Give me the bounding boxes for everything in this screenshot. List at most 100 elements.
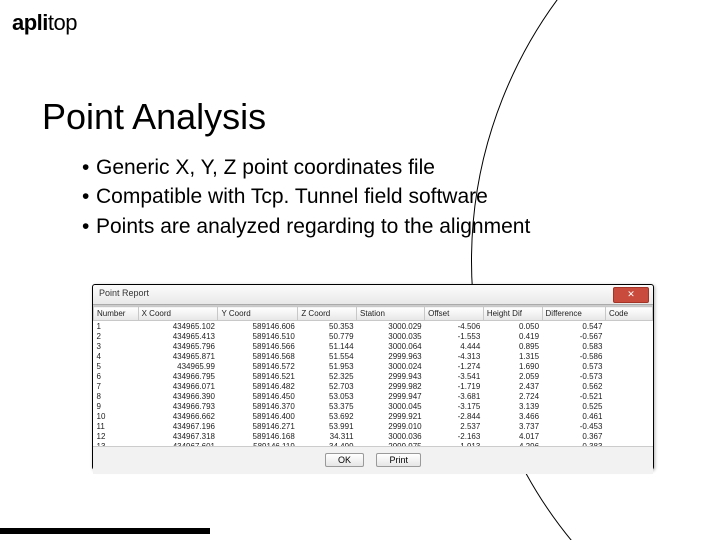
table-cell: 0.419 bbox=[483, 331, 542, 341]
dialog-titlebar: Point Report ✕ bbox=[93, 285, 653, 305]
table-cell: -2.844 bbox=[425, 411, 484, 421]
table-cell: -0.586 bbox=[542, 351, 605, 361]
table-cell: 589146.168 bbox=[218, 431, 298, 441]
table-cell: 0.050 bbox=[483, 321, 542, 332]
table-row[interactable]: 8434966.390589146.45053.0532999.947-3.68… bbox=[94, 391, 653, 401]
table-cell: 3000.029 bbox=[357, 321, 425, 332]
table-cell: 589146.271 bbox=[218, 421, 298, 431]
table-cell: 2999.982 bbox=[357, 381, 425, 391]
logo: aplitop bbox=[12, 10, 77, 36]
table-cell bbox=[605, 321, 652, 332]
table-cell: 4.444 bbox=[425, 341, 484, 351]
table-header[interactable]: Height Dif bbox=[483, 307, 542, 321]
table-row[interactable]: 10434966.662589146.40053.6922999.921-2.8… bbox=[94, 411, 653, 421]
table-cell: 434965.796 bbox=[138, 341, 218, 351]
table-row[interactable]: 7434966.071589146.48252.7032999.982-1.71… bbox=[94, 381, 653, 391]
table-row[interactable]: 11434967.196589146.27153.9912999.0102.53… bbox=[94, 421, 653, 431]
table-cell: 3000.036 bbox=[357, 431, 425, 441]
table-cell bbox=[605, 381, 652, 391]
table-cell: 589146.572 bbox=[218, 361, 298, 371]
table-row[interactable]: 5434965.99589146.57251.9533000.024-1.274… bbox=[94, 361, 653, 371]
table-cell: 2.537 bbox=[425, 421, 484, 431]
table-cell: 3.466 bbox=[483, 411, 542, 421]
table-cell: 2999.947 bbox=[357, 391, 425, 401]
table-cell: 5 bbox=[94, 361, 139, 371]
table-row[interactable]: 1434965.102589146.60650.3533000.029-4.50… bbox=[94, 321, 653, 332]
table-cell: -2.163 bbox=[425, 431, 484, 441]
table-cell bbox=[605, 361, 652, 371]
table-cell: 51.144 bbox=[298, 341, 357, 351]
table-header[interactable]: Y Coord bbox=[218, 307, 298, 321]
table-cell: 2 bbox=[94, 331, 139, 341]
table-row[interactable]: 4434965.871589146.56851.5542999.963-4.31… bbox=[94, 351, 653, 361]
table-cell: -1.719 bbox=[425, 381, 484, 391]
table-cell: -3.175 bbox=[425, 401, 484, 411]
table-cell: 434966.662 bbox=[138, 411, 218, 421]
table-cell: 434965.102 bbox=[138, 321, 218, 332]
table-cell: 434967.196 bbox=[138, 421, 218, 431]
table-cell: 53.053 bbox=[298, 391, 357, 401]
table-cell: 434966.795 bbox=[138, 371, 218, 381]
table-cell: 0.573 bbox=[542, 361, 605, 371]
table-cell: 52.325 bbox=[298, 371, 357, 381]
table-row[interactable]: 12434967.318589146.16834.3113000.036-2.1… bbox=[94, 431, 653, 441]
print-button[interactable]: Print bbox=[376, 453, 421, 467]
table-cell: 0.525 bbox=[542, 401, 605, 411]
table-row[interactable]: 2434965.413589146.51050.7793000.035-1.55… bbox=[94, 331, 653, 341]
table-cell: 589146.510 bbox=[218, 331, 298, 341]
table-cell bbox=[605, 421, 652, 431]
table-scroll[interactable]: NumberX CoordY CoordZ CoordStationOffset… bbox=[93, 305, 653, 446]
bullet-list: •Generic X, Y, Z point coordinates file … bbox=[42, 153, 530, 241]
table-cell bbox=[605, 351, 652, 361]
footer-bar bbox=[0, 528, 210, 534]
table-header[interactable]: Station bbox=[357, 307, 425, 321]
table-cell: 0.367 bbox=[542, 431, 605, 441]
table-row[interactable]: 6434966.795589146.52152.3252999.943-3.54… bbox=[94, 371, 653, 381]
table-header[interactable]: Difference bbox=[542, 307, 605, 321]
table-cell: -3.681 bbox=[425, 391, 484, 401]
table-cell: 3000.024 bbox=[357, 361, 425, 371]
table-cell: 3 bbox=[94, 341, 139, 351]
table-cell: 53.375 bbox=[298, 401, 357, 411]
table-cell: 589146.370 bbox=[218, 401, 298, 411]
table-cell: -0.453 bbox=[542, 421, 605, 431]
table-cell: -1.274 bbox=[425, 361, 484, 371]
page-title: Point Analysis bbox=[42, 96, 266, 138]
point-report-dialog: Point Report ✕ NumberX CoordY CoordZ Coo… bbox=[92, 284, 654, 470]
table-cell: 0.461 bbox=[542, 411, 605, 421]
table-cell: 589146.568 bbox=[218, 351, 298, 361]
table-cell: 2999.010 bbox=[357, 421, 425, 431]
table-cell: 1.315 bbox=[483, 351, 542, 361]
dialog-title-text: Point Report bbox=[99, 288, 149, 298]
table-cell: 50.779 bbox=[298, 331, 357, 341]
ok-button[interactable]: OK bbox=[325, 453, 364, 467]
table-cell: -0.567 bbox=[542, 331, 605, 341]
table-header[interactable]: Offset bbox=[425, 307, 484, 321]
table-cell: 8 bbox=[94, 391, 139, 401]
table-cell: 2.059 bbox=[483, 371, 542, 381]
table-cell: 0.562 bbox=[542, 381, 605, 391]
table-row[interactable]: 9434966.793589146.37053.3753000.045-3.17… bbox=[94, 401, 653, 411]
table-cell: 51.953 bbox=[298, 361, 357, 371]
table-cell: 2999.921 bbox=[357, 411, 425, 421]
table-cell: 589146.566 bbox=[218, 341, 298, 351]
table-header[interactable]: Code bbox=[605, 307, 652, 321]
close-icon: ✕ bbox=[627, 289, 635, 299]
table-cell: 52.703 bbox=[298, 381, 357, 391]
table-cell: 3000.035 bbox=[357, 331, 425, 341]
table-cell: 0.583 bbox=[542, 341, 605, 351]
table-header[interactable]: Number bbox=[94, 307, 139, 321]
table-cell bbox=[605, 371, 652, 381]
table-row[interactable]: 3434965.796589146.56651.1443000.0644.444… bbox=[94, 341, 653, 351]
table-header[interactable]: Z Coord bbox=[298, 307, 357, 321]
table-cell: 0.547 bbox=[542, 321, 605, 332]
table-cell bbox=[605, 411, 652, 421]
table-header[interactable]: X Coord bbox=[138, 307, 218, 321]
bullet-1: Generic X, Y, Z point coordinates file bbox=[96, 156, 435, 179]
table-cell: 53.692 bbox=[298, 411, 357, 421]
table-cell: 434965.413 bbox=[138, 331, 218, 341]
close-button[interactable]: ✕ bbox=[613, 287, 649, 303]
table-cell: 3000.045 bbox=[357, 401, 425, 411]
table-cell: 11 bbox=[94, 421, 139, 431]
table-cell: -4.313 bbox=[425, 351, 484, 361]
